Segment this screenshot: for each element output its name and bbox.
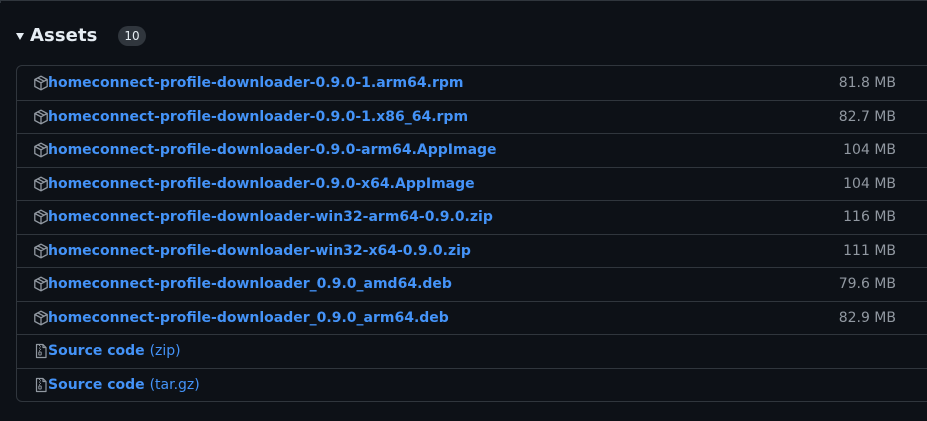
assets-list: homeconnect-profile-downloader-0.9.0-1.a… xyxy=(16,65,927,402)
asset-size: 82.9 MB xyxy=(838,309,896,326)
top-divider-corner xyxy=(0,0,1,3)
asset-size: 116 MB xyxy=(843,209,896,226)
triangle-down-icon xyxy=(16,32,24,40)
asset-row: homeconnect-profile-downloader-win32-arm… xyxy=(17,200,927,234)
file-zip-icon xyxy=(35,377,47,392)
source-code-label: Source code xyxy=(48,376,145,393)
asset-row: homeconnect-profile-downloader-0.9.0-arm… xyxy=(17,133,927,167)
package-icon xyxy=(34,276,48,292)
source-code-zip-link[interactable]: Source code (zip) xyxy=(48,343,181,359)
source-code-row: Source code (tar.gz) xyxy=(17,367,927,402)
asset-size: 82.7 MB xyxy=(838,108,896,125)
top-divider xyxy=(0,0,927,3)
file-zip-icon xyxy=(35,344,47,359)
source-code-row: Source code (zip) xyxy=(17,334,927,368)
asset-download-link[interactable]: homeconnect-profile-downloader_0.9.0_arm… xyxy=(48,310,449,326)
assets-count-badge: 10 xyxy=(118,26,146,46)
asset-row: homeconnect-profile-downloader_0.9.0_amd… xyxy=(17,267,927,301)
asset-download-link[interactable]: homeconnect-profile-downloader-0.9.0-arm… xyxy=(48,142,497,158)
asset-row: homeconnect-profile-downloader-0.9.0-1.x… xyxy=(17,99,927,134)
package-icon xyxy=(34,109,48,125)
asset-size: 79.6 MB xyxy=(838,276,896,293)
package-icon xyxy=(34,75,48,91)
asset-row: homeconnect-profile-downloader-win32-x64… xyxy=(17,233,927,268)
source-code-suffix: (tar.gz) xyxy=(149,376,200,393)
asset-row: homeconnect-profile-downloader_0.9.0_arm… xyxy=(17,300,927,335)
package-icon xyxy=(34,209,48,225)
asset-size: 81.8 MB xyxy=(838,74,896,91)
assets-title: Assets xyxy=(30,24,98,46)
source-code-suffix: (zip) xyxy=(149,343,181,360)
asset-size: 104 MB xyxy=(843,142,896,159)
asset-download-link[interactable]: homeconnect-profile-downloader-win32-arm… xyxy=(48,209,493,225)
asset-download-link[interactable]: homeconnect-profile-downloader-win32-x64… xyxy=(48,243,471,259)
package-icon xyxy=(34,310,48,326)
asset-row: homeconnect-profile-downloader-0.9.0-x64… xyxy=(17,166,927,201)
asset-size: 111 MB xyxy=(843,242,896,259)
package-icon xyxy=(34,243,48,259)
asset-download-link[interactable]: homeconnect-profile-downloader_0.9.0_amd… xyxy=(48,276,452,292)
asset-download-link[interactable]: homeconnect-profile-downloader-0.9.0-1.x… xyxy=(48,109,468,125)
asset-download-link[interactable]: homeconnect-profile-downloader-0.9.0-1.a… xyxy=(48,75,463,91)
package-icon xyxy=(34,142,48,158)
asset-row: homeconnect-profile-downloader-0.9.0-1.a… xyxy=(17,66,927,100)
source-code-label: Source code xyxy=(48,343,145,360)
asset-size: 104 MB xyxy=(843,175,896,192)
source-code-targz-link[interactable]: Source code (tar.gz) xyxy=(48,377,200,393)
package-icon xyxy=(34,176,48,192)
assets-toggle[interactable]: Assets xyxy=(16,20,98,50)
asset-download-link[interactable]: homeconnect-profile-downloader-0.9.0-x64… xyxy=(48,176,475,192)
